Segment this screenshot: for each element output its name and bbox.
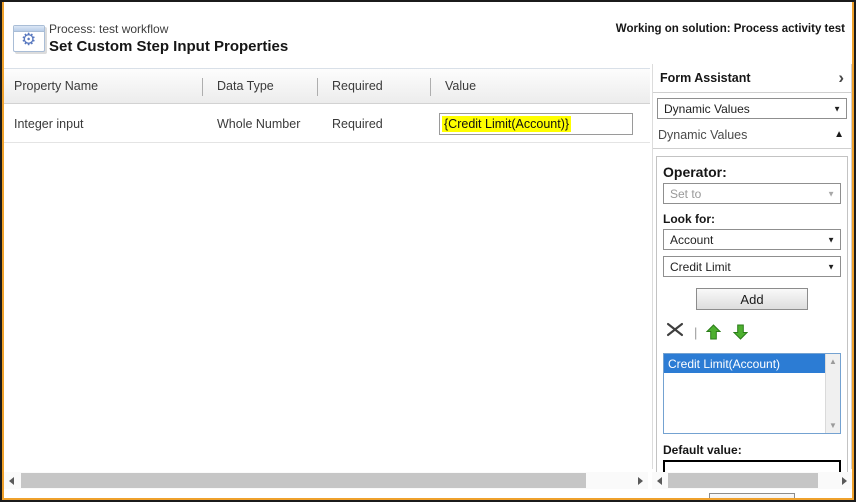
window-frame-icon: ⚙ (13, 25, 45, 52)
column-header-property-name: Property Name (14, 79, 98, 93)
assistant-view-value: Dynamic Values (664, 102, 750, 116)
column-divider (202, 78, 203, 96)
move-up-icon[interactable] (706, 324, 721, 340)
form-assistant-title: Form Assistant (660, 71, 751, 85)
dialog-window: ⚙ Process: test workflow Set Custom Step… (0, 0, 856, 502)
listbox-items: Credit Limit(Account) (664, 354, 825, 433)
dynamic-values-listbox[interactable]: Credit Limit(Account) ▲ ▼ (663, 353, 841, 434)
column-header-required: Required (332, 79, 383, 93)
scroll-up-icon[interactable]: ▲ (826, 357, 840, 366)
column-divider (317, 78, 318, 96)
value-highlighted-text: {Credit Limit(Account)} (442, 116, 571, 132)
collapse-panel-chevron-icon[interactable]: › (838, 68, 844, 88)
scrollbar-track[interactable] (19, 472, 633, 489)
dialog-header: ⚙ Process: test workflow Set Custom Step… (2, 2, 854, 64)
list-toolbar: | (663, 322, 841, 342)
scrollbar-track[interactable] (667, 472, 837, 489)
dynamic-values-section-header: Dynamic Values ▲ (653, 126, 851, 147)
cell-property-name: Integer input (14, 117, 84, 131)
listbox-vertical-scrollbar[interactable]: ▲ ▼ (825, 354, 840, 433)
scroll-down-icon[interactable]: ▼ (826, 421, 840, 430)
operator-select[interactable]: Set to ▼ (663, 183, 841, 204)
process-name-label: Process: test workflow (49, 22, 168, 36)
chevron-down-icon: ▼ (827, 235, 835, 244)
chevron-down-icon: ▼ (827, 189, 835, 198)
scroll-left-icon (9, 477, 14, 485)
property-grid: Property Name Data Type Required Value I… (4, 64, 650, 484)
add-button[interactable]: Add (696, 288, 808, 310)
panel-horizontal-scrollbar[interactable] (652, 472, 852, 489)
section-divider (653, 148, 851, 149)
cell-data-type: Whole Number (217, 117, 300, 131)
gear-icon: ⚙ (21, 29, 36, 51)
look-for-attribute-select[interactable]: Credit Limit ▼ (663, 256, 841, 277)
assistant-view-select[interactable]: Dynamic Values ▼ (657, 98, 847, 119)
default-value-label: Default value: (663, 443, 841, 457)
page-title: Set Custom Step Input Properties (49, 38, 288, 55)
move-down-icon[interactable] (733, 324, 748, 340)
operator-label: Operator: (663, 164, 841, 180)
scroll-right-icon (638, 477, 643, 485)
scroll-left-button[interactable] (652, 472, 667, 489)
grid-header-row: Property Name Data Type Required Value (4, 68, 650, 104)
look-for-attribute-value: Credit Limit (670, 260, 731, 274)
working-on-solution-label: Working on solution: Process activity te… (616, 23, 845, 35)
look-for-entity-select[interactable]: Account ▼ (663, 229, 841, 250)
scroll-right-button[interactable] (633, 472, 648, 489)
scroll-left-icon (657, 477, 662, 485)
column-header-value: Value (445, 79, 476, 93)
value-input[interactable]: {Credit Limit(Account)} (439, 113, 633, 135)
form-assistant-header: Form Assistant › (653, 64, 851, 93)
column-divider (430, 78, 431, 96)
look-for-entity-value: Account (670, 233, 713, 247)
section-collapse-icon[interactable]: ▲ (834, 129, 844, 140)
delete-icon[interactable] (666, 322, 684, 342)
scroll-right-button[interactable] (837, 472, 852, 489)
main-horizontal-scrollbar[interactable] (4, 472, 648, 489)
operator-value: Set to (670, 187, 701, 201)
scrollbar-thumb[interactable] (668, 473, 818, 488)
chevron-down-icon: ▼ (827, 262, 835, 271)
chevron-down-icon: ▼ (833, 104, 841, 113)
table-row: Integer input Whole Number Required {Cre… (4, 105, 650, 143)
list-item[interactable]: Credit Limit(Account) (664, 354, 825, 373)
cell-required: Required (332, 117, 383, 131)
scroll-left-button[interactable] (4, 472, 19, 489)
dynamic-values-group: Operator: Set to ▼ Look for: Account ▼ C… (656, 156, 848, 474)
process-window-gear-icon: ⚙ (13, 25, 49, 56)
scrollbar-thumb[interactable] (21, 473, 586, 488)
look-for-label: Look for: (663, 212, 841, 226)
ok-button[interactable]: OK (709, 493, 795, 502)
section-label: Dynamic Values (658, 128, 747, 142)
scroll-right-icon (842, 477, 847, 485)
column-header-data-type: Data Type (217, 79, 274, 93)
form-assistant-panel: Form Assistant › Dynamic Values ▼ Dynami… (652, 64, 852, 469)
toolbar-divider: | (694, 325, 697, 340)
